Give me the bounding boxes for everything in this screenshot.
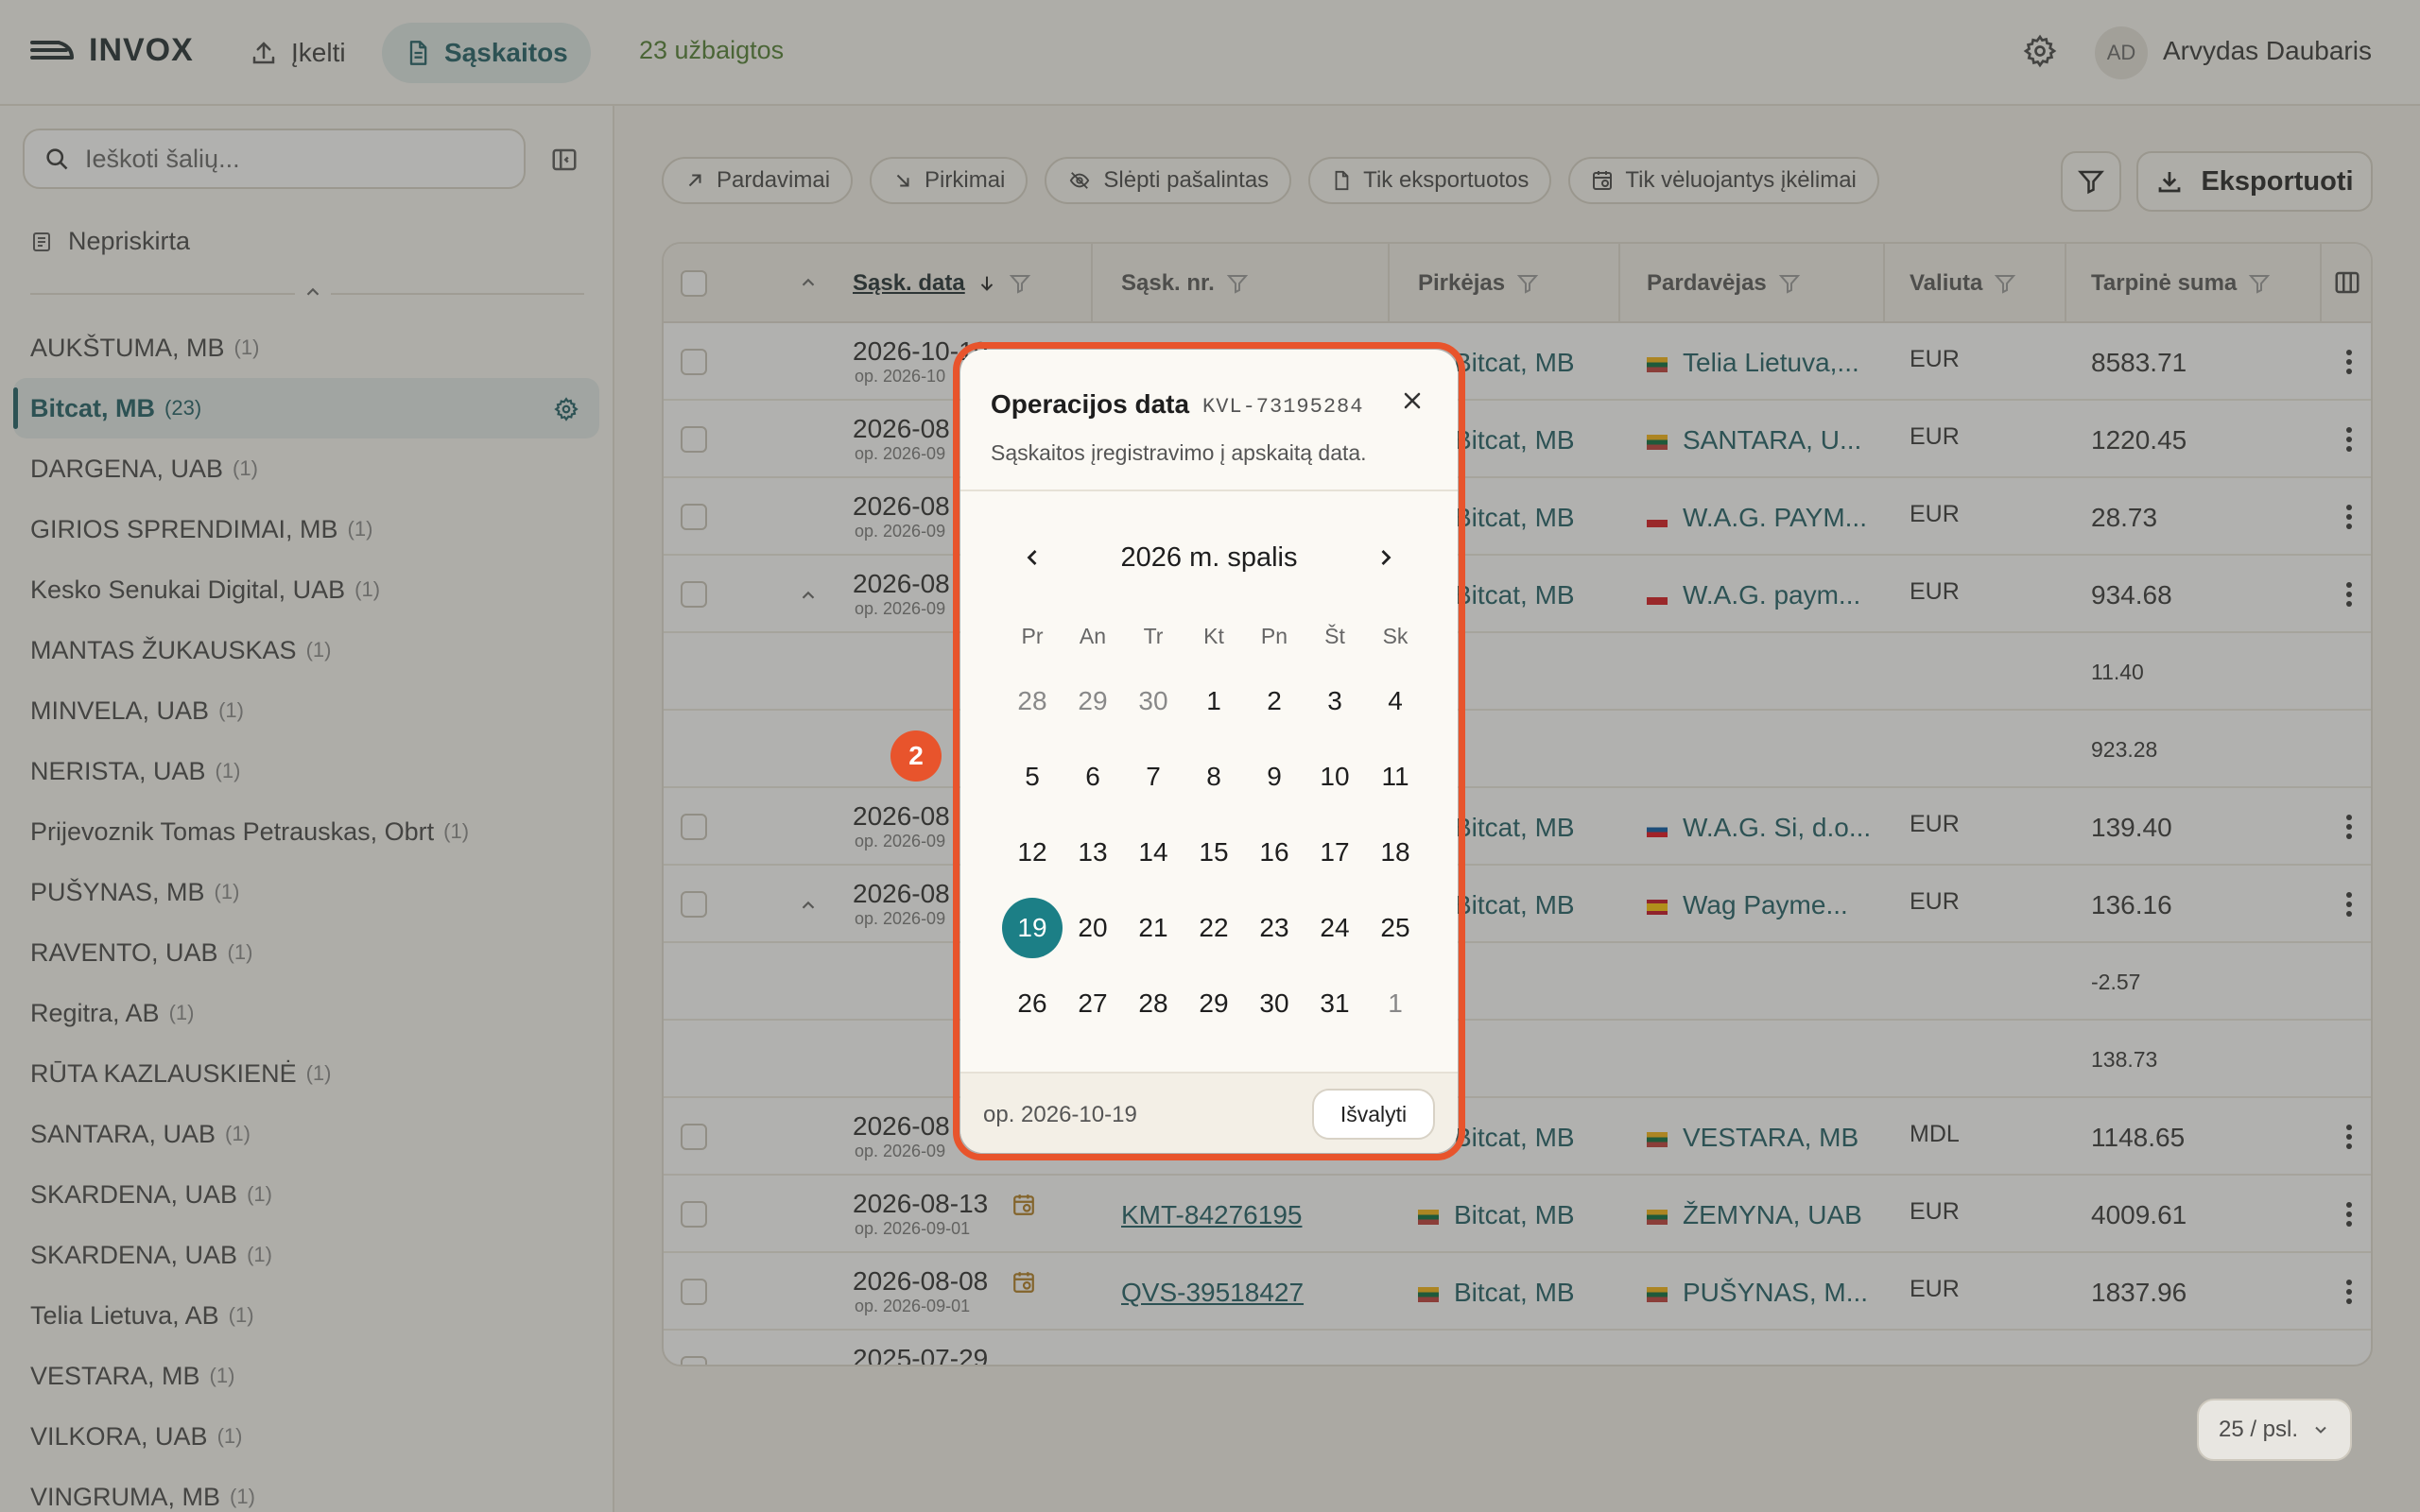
calendar-day[interactable]: 22 xyxy=(1184,898,1244,958)
close-icon[interactable] xyxy=(1399,387,1426,419)
weekday-header: Kt xyxy=(1203,624,1224,648)
calendar-day[interactable]: 2 xyxy=(1244,671,1305,731)
calendar-day[interactable]: 28 xyxy=(1123,973,1184,1034)
popup-footer: op. 2026-10-19 Išvalyti xyxy=(960,1072,1458,1153)
calendar-day[interactable]: 21 xyxy=(1123,898,1184,958)
calendar-day[interactable]: 5 xyxy=(1002,747,1063,807)
calendar-day[interactable]: 4 xyxy=(1365,671,1426,731)
calendar-day[interactable]: 6 xyxy=(1063,747,1123,807)
clear-date-button[interactable]: Išvalyti xyxy=(1312,1089,1435,1140)
next-month-chevron-icon[interactable] xyxy=(1373,544,1399,576)
weekday-header: Tr xyxy=(1143,624,1164,648)
calendar-day[interactable]: 30 xyxy=(1244,973,1305,1034)
calendar-day[interactable]: 3 xyxy=(1305,671,1365,731)
page-size-select[interactable]: 25 / psl. xyxy=(2197,1399,2352,1461)
calendar-day[interactable]: 10 xyxy=(1305,747,1365,807)
page-size-label: 25 / psl. xyxy=(2218,1417,2299,1442)
calendar-day[interactable]: 11 xyxy=(1365,747,1426,807)
calendar-day[interactable]: 1 xyxy=(1365,973,1426,1034)
weekday-header: An xyxy=(1079,624,1107,648)
calendar-day[interactable]: 9 xyxy=(1244,747,1305,807)
calendar-day[interactable]: 7 xyxy=(1123,747,1184,807)
calendar-day[interactable]: 27 xyxy=(1063,973,1123,1034)
weekday-header: Št xyxy=(1324,624,1345,648)
calendar-day[interactable]: 31 xyxy=(1305,973,1365,1034)
calendar-day[interactable]: 25 xyxy=(1365,898,1426,958)
calendar-day[interactable]: 12 xyxy=(1002,822,1063,883)
calendar-day[interactable]: 15 xyxy=(1184,822,1244,883)
calendar-day[interactable]: 28 xyxy=(1002,671,1063,731)
weekday-header: Pr xyxy=(1021,624,1044,648)
selected-date-value: op. 2026-10-19 xyxy=(983,1102,1137,1127)
calendar-day[interactable]: 29 xyxy=(1063,671,1123,731)
calendar-day[interactable]: 18 xyxy=(1365,822,1426,883)
popup-divider xyxy=(960,490,1458,491)
calendar-day[interactable]: 14 xyxy=(1123,822,1184,883)
calendar-day[interactable]: 8 xyxy=(1184,747,1244,807)
calendar-day[interactable]: 30 xyxy=(1123,671,1184,731)
popup-description: Sąskaitos įregistravimo į apskaitą data. xyxy=(991,440,1367,465)
calendar-day[interactable]: 13 xyxy=(1063,822,1123,883)
weekday-header: Sk xyxy=(1382,624,1409,648)
step-badge: 2 xyxy=(890,730,942,782)
chevron-down-icon xyxy=(2315,1426,2326,1434)
calendar-day[interactable]: 16 xyxy=(1244,822,1305,883)
operation-date-popup: Operacijos data KVL-73195284 Sąskaitos į… xyxy=(960,350,1458,1153)
calendar-day-selected[interactable]: 19 xyxy=(1002,898,1063,958)
calendar-day[interactable]: 29 xyxy=(1184,973,1244,1034)
calendar-day[interactable]: 23 xyxy=(1244,898,1305,958)
popup-invoice-code: KVL-73195284 xyxy=(1202,395,1364,419)
calendar-day[interactable]: 1 xyxy=(1184,671,1244,731)
calendar-day[interactable]: 20 xyxy=(1063,898,1123,958)
calendar-day[interactable]: 24 xyxy=(1305,898,1365,958)
calendar-day[interactable]: 17 xyxy=(1305,822,1365,883)
weekday-header: Pn xyxy=(1260,624,1288,648)
popup-title: Operacijos data xyxy=(991,389,1190,419)
calendar-day[interactable]: 26 xyxy=(1002,973,1063,1034)
